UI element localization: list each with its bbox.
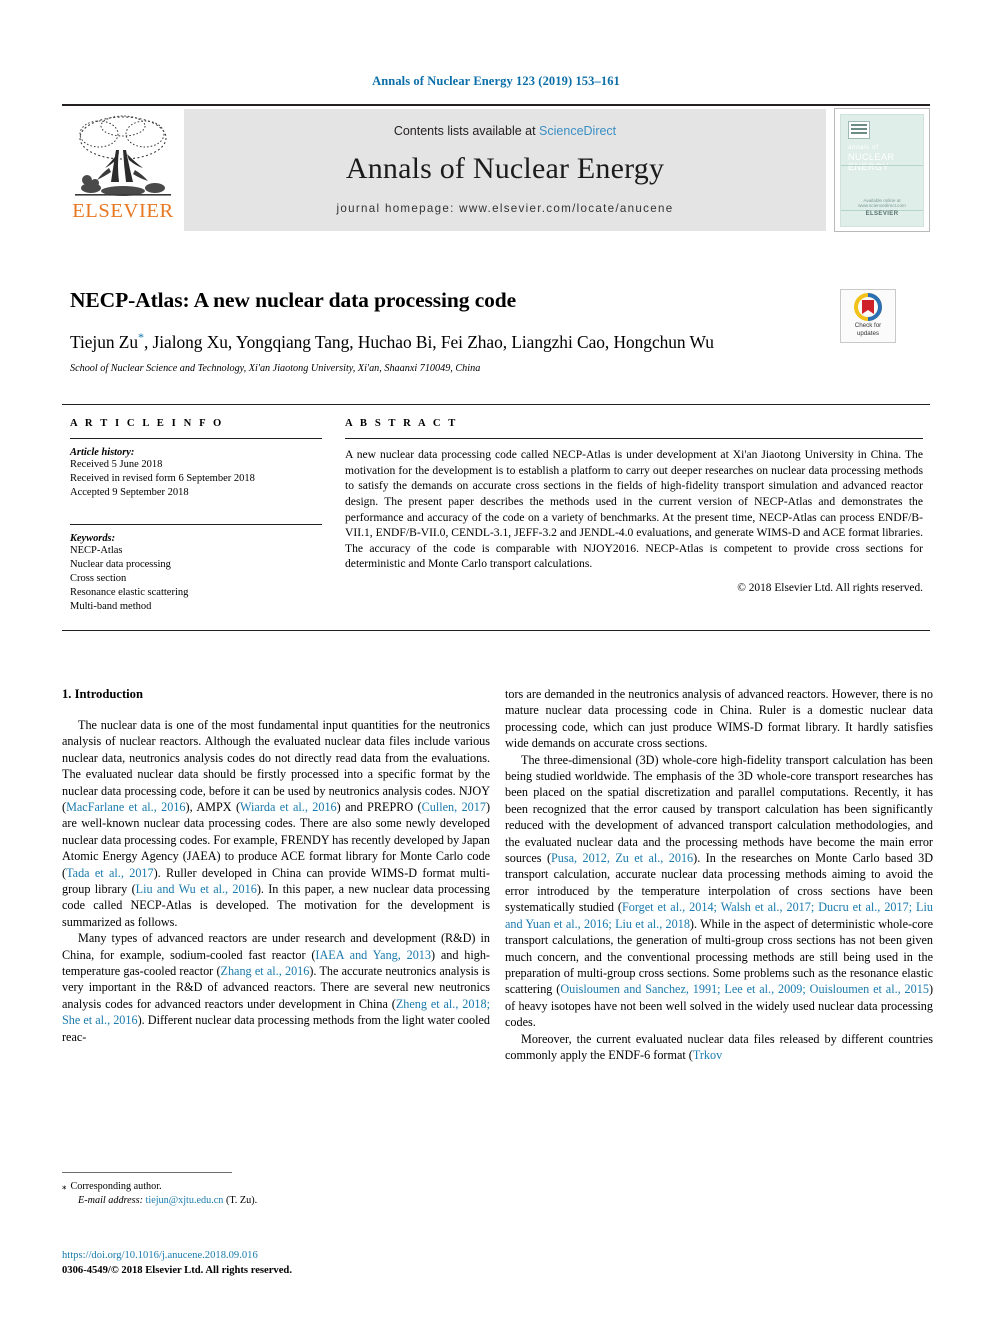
journal-band: Contents lists available at ScienceDirec… [184,109,826,231]
citation-link[interactable]: Zheng et al., 2018; She et al., 2016 [62,997,490,1027]
asterisk-icon: ⁎ [62,1181,67,1191]
paragraph: The nuclear data is one of the most fund… [62,717,491,929]
journal-cover-thumbnail: annals of NUCLEAR ENERGY Available onlin… [834,108,930,232]
history-revised: Received in revised form 6 September 201… [70,473,255,485]
remaining-authors: , Jialong Xu, Yongqiang Tang, Huchao Bi,… [143,331,714,352]
author-list: Tiejun Zu*, Jialong Xu, Yongqiang Tang, … [70,330,820,353]
section-title-introduction: 1. Introduction [62,687,143,701]
info-rule-bottom [62,630,930,631]
cover-footer-small: Available online at www.sciencedirect.co… [858,198,906,208]
cover-title-line1: annals of [848,144,879,151]
citation-link[interactable]: Pusa, 2012, Zu et al., 2016 [551,851,693,865]
footnote-rule [62,1172,232,1173]
keywords-label: Keywords: [70,533,116,545]
running-head: Annals of Nuclear Energy 123 (2019) 153–… [372,74,620,88]
title-block: NECP-Atlas: A new nuclear data processin… [70,288,820,374]
abstract-rights: © 2018 Elsevier Ltd. All rights reserved… [737,582,923,595]
cover-title-line2: NUCLEAR ENERGY [848,152,895,172]
citation-link[interactable]: Zhang et al., 2016 [221,964,310,978]
footnote-block: ⁎ Corresponding author. E-mail address: t… [62,1180,492,1209]
elsevier-logo: ELSEVIER [62,106,184,234]
article-info-heading: A R T I C L E I N F O [70,418,224,429]
issn-rights-line: 0306-4549/© 2018 Elsevier Ltd. All right… [62,1265,292,1277]
article-title: NECP-Atlas: A new nuclear data processin… [70,288,517,312]
author-affiliation: School of Nuclear Science and Technology… [70,362,481,374]
journal-title: Annals of Nuclear Energy [345,152,665,185]
citation-link[interactable]: Wiarda et al., 2016 [240,800,337,814]
cover-footer: Available online at www.sciencedirect.co… [841,198,923,217]
cover-footer-brand: ELSEVIER [865,211,899,217]
journal-homepage-link[interactable]: journal homepage: www.elsevier.com/locat… [337,202,674,215]
keyword-item: Multi-band method [70,601,152,613]
contents-list-line: Contents lists available at ScienceDirec… [394,124,616,138]
abstract-column: A B S T R A C T A new nuclear data proce… [345,418,923,594]
abstract-text: A new nuclear data processing code calle… [345,448,923,571]
citation-link[interactable]: Ouisloumen and Sanchez, 1991; Lee et al.… [560,982,929,996]
keywords-block: Keywords: NECP-Atlas Nuclear data proces… [70,524,322,614]
citation-link[interactable]: Liu and Wu et al., 2016 [136,882,257,896]
citation-link[interactable]: MacFarlane et al., 2016 [66,800,185,814]
history-accepted: Accepted 9 September 2018 [70,487,189,499]
paragraph: Moreover, the current evaluated nuclear … [505,1031,933,1062]
paragraph: tors are demanded in the neutronics anal… [505,687,933,751]
email-suffix: (T. Zu). [225,1195,258,1207]
contents-prefix: Contents lists available at [393,124,540,138]
sciencedirect-link[interactable]: ScienceDirect [539,124,616,138]
crossmark-label: Check for updates [841,322,895,338]
body-column-left: 1. Introduction The nuclear data is one … [62,686,490,1045]
body-column-right: tors are demanded in the neutronics anal… [505,686,933,1063]
citation-link[interactable]: Cullen, 2017 [422,800,486,814]
elsevier-tree-icon [69,112,177,200]
citation-link[interactable]: Forget et al., 2014; Walsh et al., 2017;… [505,900,933,930]
citation-link[interactable]: Trkov [693,1048,722,1062]
keyword-item: Cross section [70,573,127,585]
crossmark-line1: Check for [854,322,882,329]
journal-masthead: ELSEVIER Contents lists available at Sci… [62,104,930,234]
citation-link[interactable]: IAEA and Yang, 2013 [315,948,431,962]
first-author: Tiejun Zu [70,331,138,352]
email-link[interactable]: tiejun@xjtu.edu.cn [146,1195,224,1206]
article-history-label: Article history: [70,447,135,458]
email-label: E-mail address: [78,1195,143,1207]
keyword-item: NECP-Atlas [70,545,123,557]
paper-page: Annals of Nuclear Energy 123 (2019) 153–… [0,0,992,1323]
email-note: E-mail address: tiejun@xjtu.edu.cn (T. Z… [62,1194,492,1208]
history-received: Received 5 June 2018 [70,459,163,470]
keyword-item: Resonance elastic scattering [70,587,189,599]
doi-link[interactable]: https://doi.org/10.1016/j.anucene.2018.0… [62,1248,502,1263]
info-rule-top [62,404,930,405]
crossmark-badge[interactable]: Check for updates [840,289,896,343]
page-footer: https://doi.org/10.1016/j.anucene.2018.0… [62,1248,502,1279]
citation-link[interactable]: Tada et al., 2017 [66,866,154,880]
abstract-heading: A B S T R A C T [345,418,458,429]
cover-emblem-icon [848,121,870,139]
article-info-column: A R T I C L E I N F O Article history: R… [70,418,322,615]
crossmark-line2: updates [856,329,880,337]
keyword-item: Nuclear data processing [70,559,171,571]
paragraph: The three-dimensional (3D) whole-core hi… [505,752,934,1030]
corresponding-author-text: Corresponding author. [70,1181,162,1192]
elsevier-wordmark: ELSEVIER [72,200,174,222]
corresponding-author-note: ⁎ Corresponding author. [62,1180,492,1194]
paragraph: Many types of advanced reactors are unde… [62,931,491,1044]
crossmark-icon [854,293,882,321]
